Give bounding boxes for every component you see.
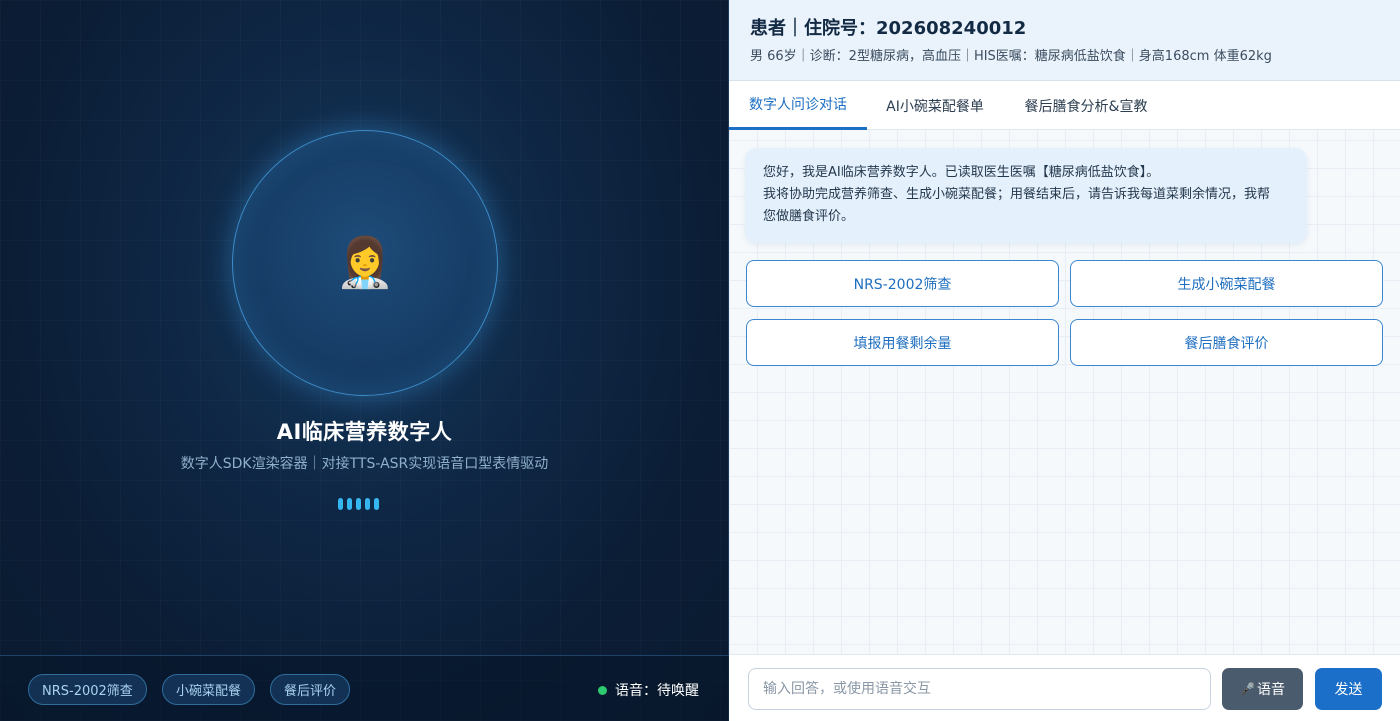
nrs-screening-button[interactable]: NRS-2002筛查 (746, 260, 1059, 307)
avatar-circle[interactable]: 👩‍⚕️ (232, 130, 498, 396)
voice-button-label: 语音 (1256, 682, 1285, 698)
wave-bar (338, 498, 343, 510)
message-line: 您好，我是AI临床营养数字人。已读取医生医嘱【糖尿病低盐饮食】。 (763, 165, 1160, 180)
voice-status: 语音：待唤醒 (598, 680, 699, 700)
post-meal-evaluation-button[interactable]: 餐后膳食评价 (1070, 319, 1383, 366)
microphone-icon: 🎤 (1240, 682, 1255, 696)
patient-info: 男 66岁｜诊断：2型糖尿病，高血压｜HIS医嘱：糖尿病低盐饮食｜身高168cm… (750, 49, 1272, 64)
woman-health-worker-icon: 👩‍⚕️ (335, 235, 395, 291)
send-button[interactable]: 发送 (1315, 668, 1382, 710)
chip-post-meal-evaluation[interactable]: 餐后评价 (270, 674, 351, 705)
answer-input[interactable] (748, 668, 1211, 710)
patient-header: 患者｜住院号：202608240012 男 66岁｜诊断：2型糖尿病，高血压｜H… (729, 0, 1400, 81)
wave-bar (365, 498, 370, 510)
status-dot-icon (598, 685, 607, 695)
generate-meal-plan-button[interactable]: 生成小碗菜配餐 (1070, 260, 1383, 307)
voice-button[interactable]: 🎤 语音 (1222, 668, 1303, 710)
chip-small-dish-meal[interactable]: 小碗菜配餐 (162, 674, 256, 705)
digital-human-subtitle: 数字人SDK渲染容器｜对接TTS-ASR实现语音口型表情驱动 (180, 456, 549, 472)
patient-title: 患者｜住院号：202608240012 (750, 18, 1027, 39)
tab-post-meal-analysis[interactable]: 餐后膳食分析&宣教 (1011, 81, 1161, 130)
digital-human-title: AI临床营养数字人 (276, 420, 453, 444)
wave-bar (356, 498, 361, 510)
tab-bar: 数字人问诊对话 AI小碗菜配餐单 餐后膳食分析&宣教 (729, 81, 1400, 130)
wave-bar (347, 498, 352, 510)
chip-nrs-screening[interactable]: NRS-2002筛查 (28, 674, 147, 705)
voice-wave-indicator (338, 498, 379, 510)
assistant-message-bubble: 您好，我是AI临床营养数字人。已读取医生医嘱【糖尿病低盐饮食】。 我将协助完成营… (745, 148, 1307, 243)
tab-digital-human-consultation[interactable]: 数字人问诊对话 (729, 81, 867, 130)
tab-ai-meal-plan[interactable]: AI小碗菜配餐单 (875, 81, 995, 130)
message-line: 我将协助完成营养筛查、生成小碗菜配餐；用餐结束后，请告诉我每道菜剩余情况，我帮 (763, 187, 1271, 202)
wave-bar (374, 498, 379, 510)
digital-human-panel: 👩‍⚕️ AI临床营养数字人 数字人SDK渲染容器｜对接TTS-ASR实现语音口… (0, 0, 729, 721)
voice-status-label: 语音：待唤醒 (615, 683, 699, 699)
report-leftovers-button[interactable]: 填报用餐剩余量 (746, 319, 1059, 366)
message-line: 您做膳食评价。 (763, 209, 855, 224)
